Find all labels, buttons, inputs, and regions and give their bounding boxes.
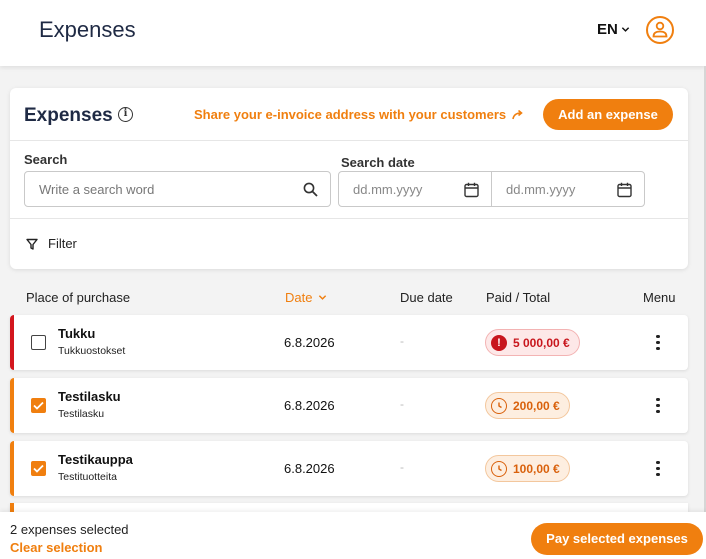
user-icon xyxy=(652,21,668,38)
amount-badge: ! 5 000,00 € xyxy=(485,329,580,356)
row-name: Testikauppa xyxy=(58,452,133,467)
panel-title: Expenses xyxy=(24,105,113,126)
expenses-panel: Expenses i Share your e-invoice address … xyxy=(10,88,688,269)
row-date: 6.8.2026 xyxy=(284,335,335,350)
row-subtitle: Testituotteita xyxy=(58,471,117,483)
table-row[interactable]: Testikauppa Testituotteita 6.8.2026 - 10… xyxy=(10,441,688,496)
pay-selected-button[interactable]: Pay selected expenses xyxy=(531,523,703,555)
status-stripe xyxy=(10,378,14,433)
share-einvoice-link[interactable]: Share your e-invoice address with your c… xyxy=(194,107,524,122)
row-due-date: - xyxy=(400,334,404,348)
info-icon[interactable]: i xyxy=(118,107,133,122)
date-to-input[interactable]: dd.mm.yyyy xyxy=(491,171,645,207)
arrow-share-icon xyxy=(512,109,523,119)
row-date: 6.8.2026 xyxy=(284,398,335,413)
clock-icon xyxy=(491,460,507,477)
kebab-menu-icon[interactable] xyxy=(654,396,662,416)
top-bar: Expenses EN xyxy=(0,0,706,66)
status-stripe xyxy=(10,315,14,370)
divider xyxy=(10,140,688,141)
column-header-date[interactable]: Date xyxy=(285,290,327,305)
row-checkbox[interactable] xyxy=(31,398,46,413)
search-date-label: Search date xyxy=(341,155,415,170)
row-date: 6.8.2026 xyxy=(284,461,335,476)
chevron-down-icon xyxy=(621,27,630,32)
divider xyxy=(10,218,688,219)
kebab-menu-icon[interactable] xyxy=(654,459,662,479)
calendar-icon[interactable] xyxy=(617,182,632,198)
amount-badge: 100,00 € xyxy=(485,455,570,482)
table-row[interactable]: Testilasku Testilasku 6.8.2026 - 200,00 … xyxy=(10,378,688,433)
row-subtitle: Testilasku xyxy=(58,408,105,420)
row-name: Testilasku xyxy=(58,389,121,404)
column-header-menu: Menu xyxy=(643,290,676,305)
filter-label: Filter xyxy=(48,236,77,251)
share-link-label: Share your e-invoice address with your c… xyxy=(194,107,507,122)
status-stripe xyxy=(10,441,14,496)
amount-value: 5 000,00 € xyxy=(513,335,570,350)
column-header-place[interactable]: Place of purchase xyxy=(26,290,130,305)
calendar-icon[interactable] xyxy=(464,182,479,198)
row-due-date: - xyxy=(400,460,404,474)
filter-toggle[interactable]: Filter xyxy=(26,236,77,251)
search-label: Search xyxy=(24,152,68,167)
column-header-date-label: Date xyxy=(285,290,313,305)
language-selector[interactable]: EN xyxy=(597,21,630,38)
filter-icon xyxy=(26,238,38,250)
app-title: Expenses xyxy=(39,17,136,42)
row-due-date: - xyxy=(400,397,404,411)
amount-value: 100,00 € xyxy=(513,461,560,476)
add-expense-button[interactable]: Add an expense xyxy=(543,99,673,130)
table-row[interactable]: Tukku Tukkuostokset 6.8.2026 - ! 5 000,0… xyxy=(10,315,688,370)
column-header-due[interactable]: Due date xyxy=(400,290,453,305)
selected-count: 2 expenses selected xyxy=(10,522,129,537)
language-label: EN xyxy=(597,21,618,38)
row-subtitle: Tukkuostokset xyxy=(58,345,126,357)
date-to-placeholder: dd.mm.yyyy xyxy=(506,182,576,197)
search-icon[interactable] xyxy=(303,182,318,197)
chevron-down-icon xyxy=(319,295,327,300)
user-avatar-button[interactable] xyxy=(646,16,674,44)
alert-icon: ! xyxy=(491,334,507,351)
amount-value: 200,00 € xyxy=(513,398,560,413)
row-name: Tukku xyxy=(58,326,96,341)
kebab-menu-icon[interactable] xyxy=(654,333,662,353)
row-checkbox[interactable] xyxy=(31,335,46,350)
search-input[interactable]: Write a search word xyxy=(24,171,331,207)
date-from-input[interactable]: dd.mm.yyyy xyxy=(338,171,492,207)
clear-selection-link[interactable]: Clear selection xyxy=(10,540,103,555)
date-from-placeholder: dd.mm.yyyy xyxy=(353,182,423,197)
selection-footer: 2 expenses selected Clear selection Pay … xyxy=(0,512,706,559)
search-placeholder: Write a search word xyxy=(39,182,155,197)
clock-icon xyxy=(491,397,507,414)
amount-badge: 200,00 € xyxy=(485,392,570,419)
column-header-paid[interactable]: Paid / Total xyxy=(486,290,550,305)
row-checkbox[interactable] xyxy=(31,461,46,476)
checkbox-icon xyxy=(33,464,44,473)
checkbox-icon xyxy=(33,401,44,410)
